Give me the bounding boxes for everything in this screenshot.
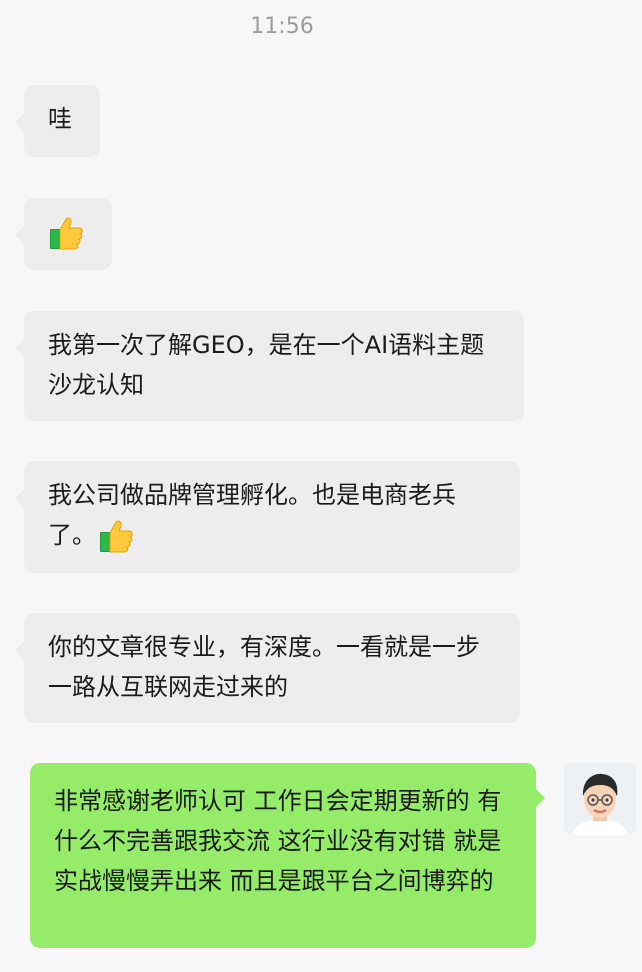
incoming-message[interactable]: 我公司做品牌管理孵化。也是电商老兵了。 — [15, 461, 520, 573]
timestamp: 11:56 — [250, 14, 314, 39]
incoming-message[interactable]: 哇 — [15, 85, 100, 157]
message-text: 哇 — [48, 105, 72, 133]
incoming-message[interactable]: 我第一次了解GEO，是在一个AI语料主题沙龙认知 — [15, 311, 524, 421]
avatar-image — [564, 763, 636, 835]
message-text: 你的文章很专业，有深度。一看就是一步一路从互联网走过来的 — [48, 633, 480, 701]
thumbs-up-icon — [50, 217, 83, 250]
message-text: 我第一次了解GEO，是在一个AI语料主题沙龙认知 — [48, 331, 485, 399]
thumbs-up-icon — [100, 520, 133, 553]
outgoing-message[interactable]: 非常感谢老师认可 工作日会定期更新的 有什么不完善跟我交流 这行业没有对错 就是… — [30, 763, 545, 948]
message-text: 非常感谢老师认可 工作日会定期更新的 有什么不完善跟我交流 这行业没有对错 就是… — [54, 787, 502, 895]
incoming-message[interactable]: 你的文章很专业，有深度。一看就是一步一路从互联网走过来的 — [15, 613, 520, 723]
chat-window: 11:56 哇 我第一次了解GEO，是在一个AI语料主题沙龙认知 我公司做品牌管… — [0, 0, 642, 972]
avatar[interactable] — [564, 763, 636, 835]
incoming-message[interactable] — [15, 198, 112, 270]
